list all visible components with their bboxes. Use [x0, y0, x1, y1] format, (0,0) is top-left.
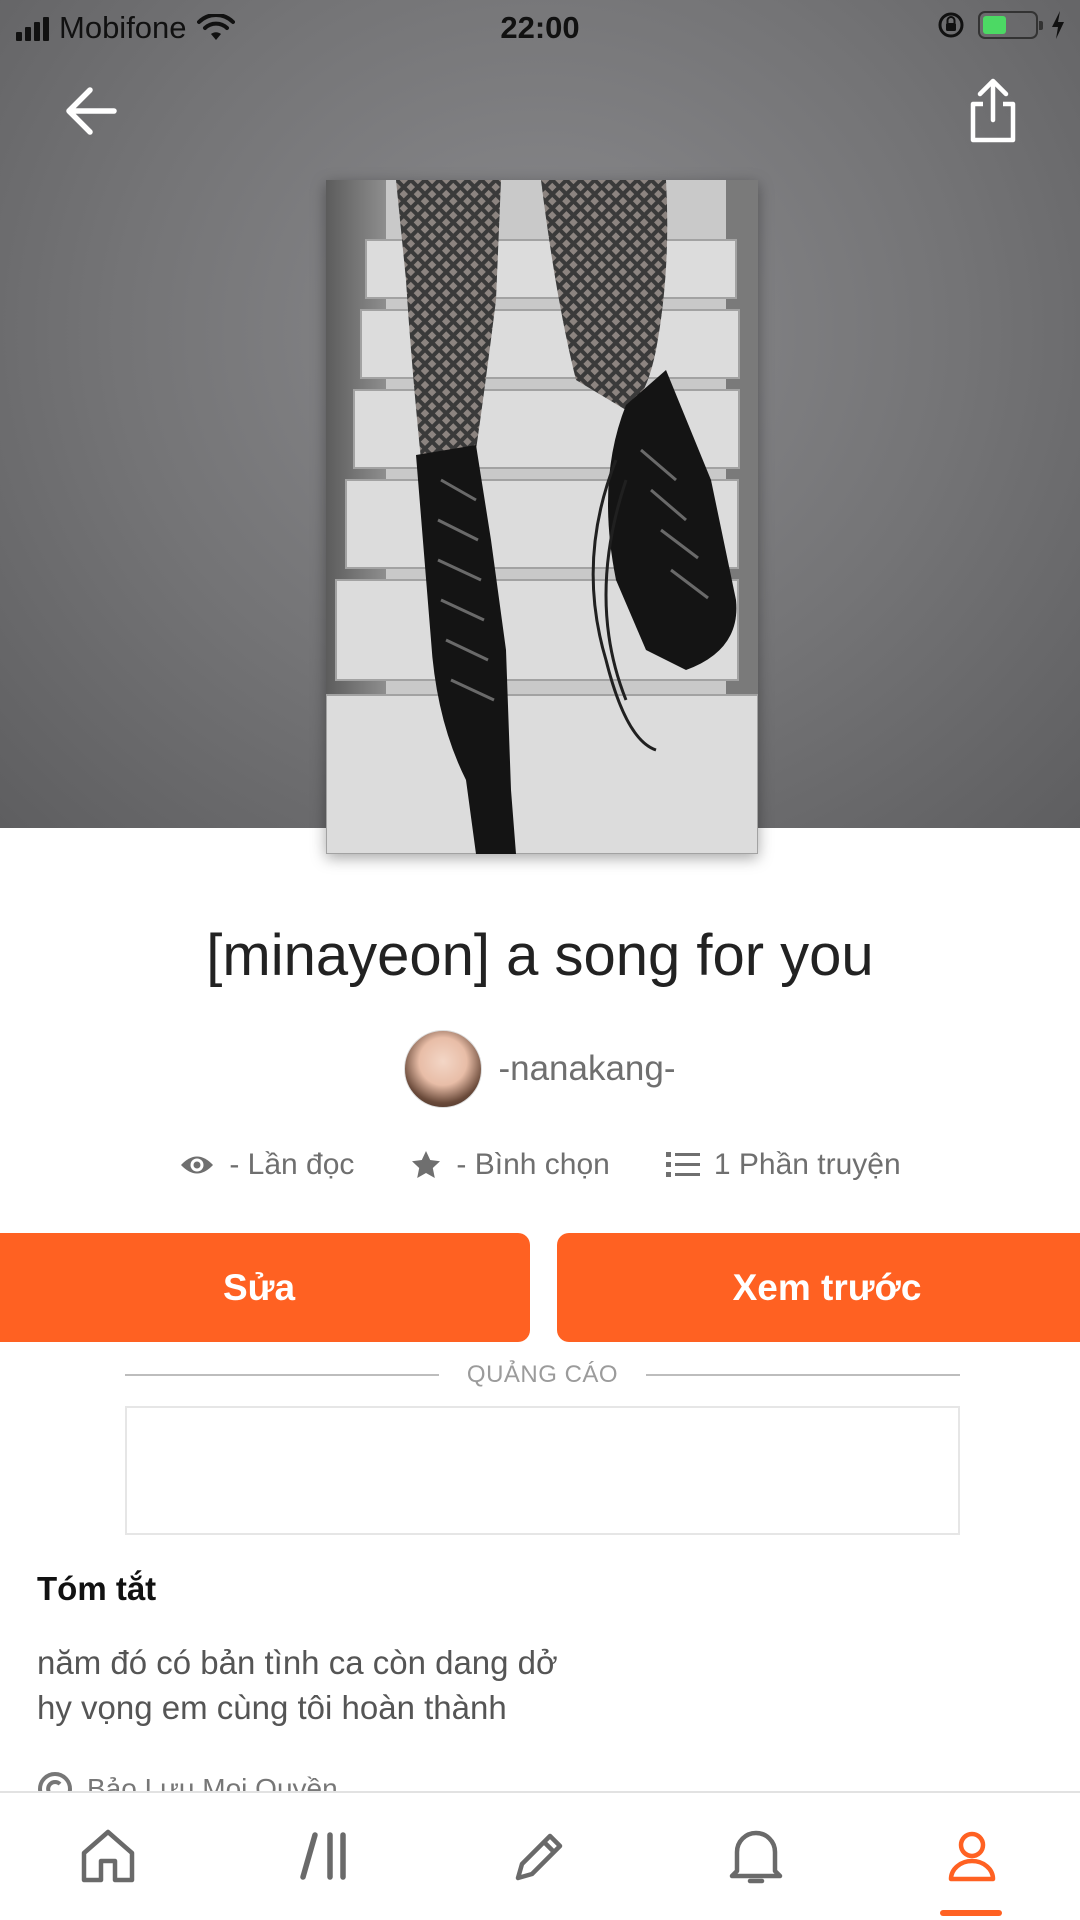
arrow-left-icon: [66, 87, 117, 135]
author-link[interactable]: -nanakang-: [0, 1030, 1080, 1108]
cover-photo: [326, 180, 758, 854]
summary-text: năm đó có bản tình ca còn dang dở hy vọn…: [37, 1640, 558, 1730]
reads-stat: - Lần đọc: [179, 1148, 354, 1182]
charging-icon: [1052, 11, 1064, 39]
list-icon: [665, 1152, 700, 1177]
eye-icon: [181, 1156, 214, 1174]
preview-button[interactable]: Xem trước: [557, 1233, 1080, 1342]
divider-line: [646, 1374, 960, 1376]
profile-icon: [948, 1831, 996, 1882]
share-button[interactable]: [960, 76, 1026, 146]
divider-line: [125, 1374, 439, 1376]
notifications-icon: [729, 1830, 783, 1884]
nav-profile[interactable]: [902, 1793, 1042, 1919]
votes-stat: - Bình chọn: [410, 1148, 610, 1182]
story-stats: - Lần đọc - Bình chọn 1 Phần truyện: [0, 1148, 1080, 1182]
battery-icon: [978, 11, 1043, 39]
home-icon: [81, 1829, 135, 1883]
library-icon: [300, 1832, 346, 1880]
summary-heading: Tóm tắt: [37, 1570, 157, 1607]
summary-line: năm đó có bản tình ca còn dang dở: [37, 1644, 558, 1681]
star-icon: [412, 1151, 441, 1178]
parts-label[interactable]: 1 Phần truyện: [714, 1148, 901, 1182]
parts-stat[interactable]: 1 Phần truyện: [665, 1148, 901, 1182]
write-icon: [515, 1833, 563, 1881]
bottom-navigation: [0, 1791, 1080, 1920]
ad-banner[interactable]: [125, 1406, 960, 1535]
nav-write[interactable]: [470, 1793, 610, 1919]
clock: 22:00: [500, 10, 580, 45]
nav-library[interactable]: [256, 1793, 396, 1919]
status-bar: Mobifone 22:00: [0, 0, 1080, 54]
avatar[interactable]: [404, 1030, 483, 1108]
votes-label: - Bình chọn: [456, 1148, 610, 1181]
edit-button[interactable]: Sửa: [0, 1233, 530, 1342]
nav-notifications[interactable]: [686, 1793, 826, 1919]
author-name[interactable]: -nanakang-: [498, 1049, 675, 1089]
back-button[interactable]: [60, 78, 126, 144]
orientation-lock-icon: [938, 12, 964, 38]
share-icon: [970, 78, 1016, 143]
story-cover-image[interactable]: [326, 180, 758, 854]
summary-line: hy vọng em cùng tôi hoàn thành: [37, 1689, 507, 1726]
story-title: [minayeon] a song for you: [206, 923, 874, 988]
reads-label: - Lần đọc: [229, 1148, 355, 1181]
ad-label: QUẢNG CÁO: [466, 1361, 619, 1388]
nav-home[interactable]: [38, 1793, 178, 1919]
ad-divider: QUẢNG CÁO: [125, 1360, 960, 1390]
active-tab-indicator: [940, 1910, 1002, 1916]
